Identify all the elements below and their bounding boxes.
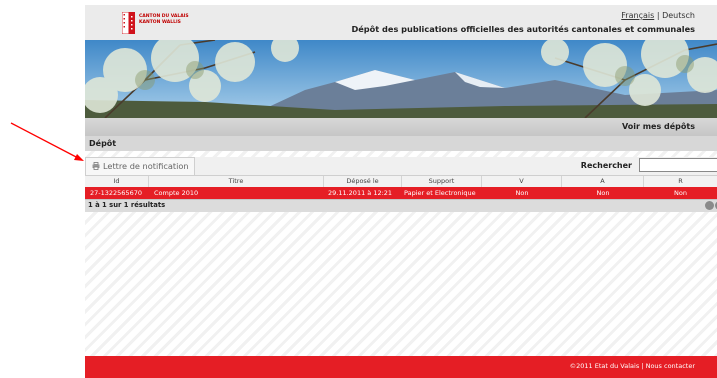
grid-toolbar: Lettre de notification Rechercher <box>85 157 717 175</box>
lettre-de-notification-button[interactable]: Lettre de notification <box>85 157 195 175</box>
voir-mes-depots-link[interactable]: Voir mes dépôts <box>622 122 695 131</box>
logo-line-2: KANTON WALLIS <box>139 20 181 25</box>
cell-r: Non <box>674 189 687 197</box>
cell-support: Papier et Electronique <box>404 189 476 197</box>
lang-separator: | <box>656 11 660 20</box>
footer-separator: | <box>641 362 644 370</box>
lang-french-link[interactable]: Français <box>621 11 654 20</box>
canton-logo[interactable]: CANTON DU VALAIS KANTON WALLIS <box>122 12 189 36</box>
section-title: Dépôt <box>89 139 117 148</box>
language-switcher: Français | Deutsch <box>621 11 695 20</box>
cell-titre: Compte 2010 <box>154 189 199 197</box>
cell-id: 27-1322565670 <box>90 189 142 197</box>
column-header-id[interactable]: Id <box>85 176 149 187</box>
search-label: Rechercher <box>580 161 632 170</box>
search-input[interactable] <box>639 158 717 172</box>
site-title: Dépôt des publications officielles des a… <box>351 24 695 34</box>
previous-page-icon[interactable] <box>705 201 714 210</box>
footer: ©2011 Etat du Valais | Nous contacter <box>85 356 717 378</box>
column-header-support[interactable]: Support <box>402 176 482 187</box>
lettre-button-label: Lettre de notification <box>103 161 189 171</box>
printer-icon <box>92 162 100 170</box>
user-nav-bar: Voir mes dépôts <box>85 118 717 136</box>
copyright-text: ©2011 Etat du Valais <box>569 362 640 370</box>
pager-summary: 1 à 1 sur 1 résultats <box>88 201 166 209</box>
cell-depose-le: 29.11.2011 à 12:21 <box>328 189 393 197</box>
canton-shield-icon <box>122 12 135 34</box>
nous-contacter-link[interactable]: Nous contacter <box>646 362 695 370</box>
column-header-depose-le[interactable]: Déposé le <box>324 176 402 187</box>
cell-a: Non <box>596 189 610 197</box>
pager: 1 à 1 sur 1 résultats <box>85 199 717 212</box>
section-header: Dépôt <box>85 136 717 151</box>
column-header-r[interactable]: R <box>644 176 717 187</box>
header-banner-image <box>85 40 717 118</box>
footer-text: ©2011 Etat du Valais | Nous contacter <box>570 362 695 370</box>
column-header-v[interactable]: V <box>482 176 562 187</box>
canton-logo-text: CANTON DU VALAIS KANTON WALLIS <box>139 14 189 26</box>
lang-german-link[interactable]: Deutsch <box>662 11 695 20</box>
column-header-a[interactable]: A <box>562 176 644 187</box>
column-header-titre[interactable]: Titre <box>149 176 324 187</box>
table-row[interactable]: 27-1322565670 Compte 2010 29.11.2011 à 1… <box>85 187 717 199</box>
page: CANTON DU VALAIS KANTON WALLIS Français … <box>85 5 717 378</box>
cell-v: Non <box>515 189 529 197</box>
header: CANTON DU VALAIS KANTON WALLIS Français … <box>85 5 717 40</box>
